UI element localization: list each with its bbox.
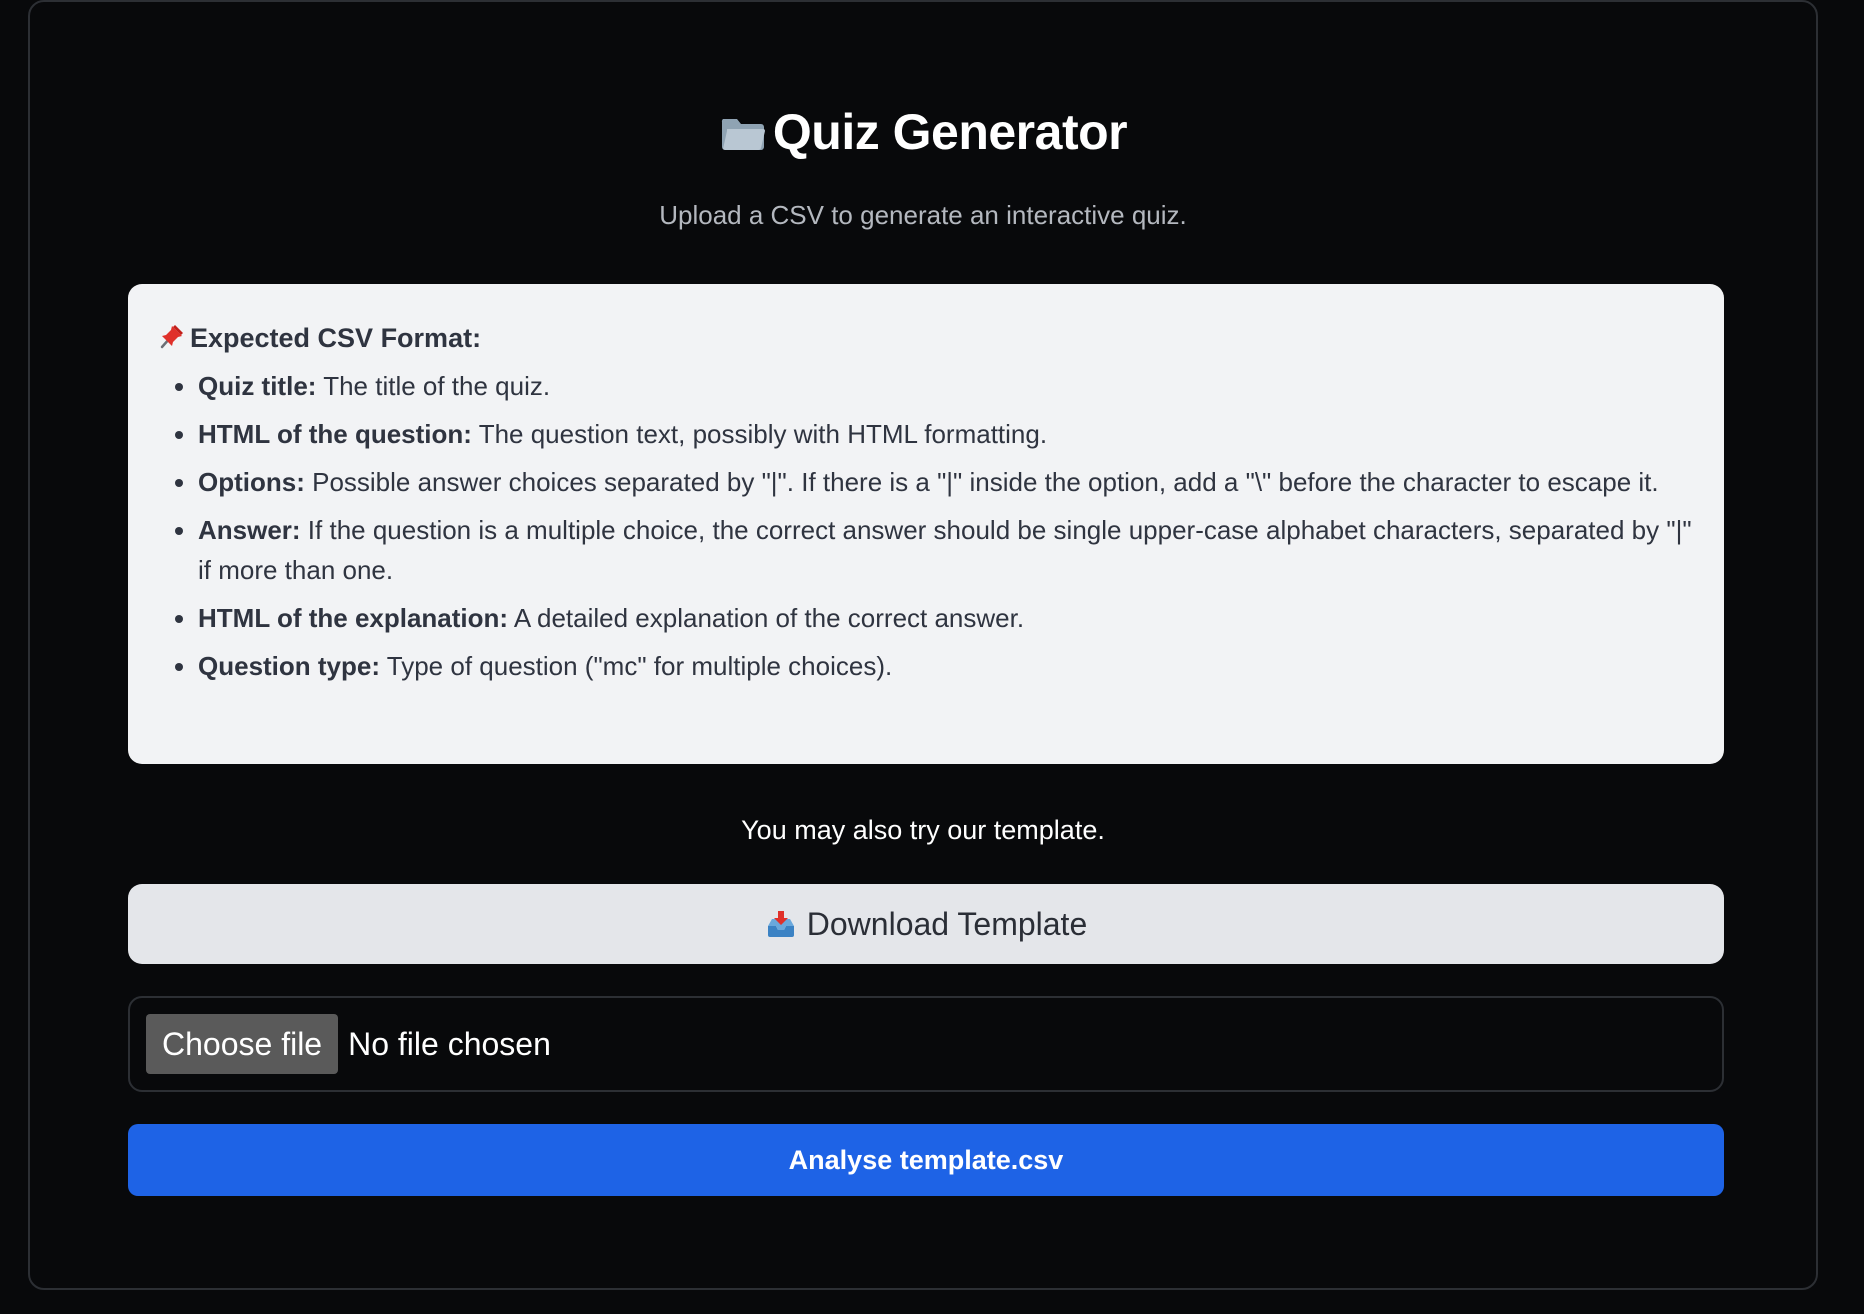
list-item-desc: Type of question ("mc" for multiple choi… [380, 651, 893, 681]
list-item: Quiz title: The title of the quiz. [198, 366, 1694, 406]
list-item-desc: Possible answer choices separated by "|"… [304, 467, 1659, 497]
list-item-term: Answer: [198, 515, 301, 545]
list-item-term: Quiz title: [198, 371, 317, 401]
list-item-term: HTML of the question: [198, 419, 472, 449]
csv-file-input[interactable]: Choose file No file chosen [128, 996, 1724, 1092]
list-item-desc: The question text, possibly with HTML fo… [471, 419, 1048, 449]
list-item: Options: Possible answer choices separat… [198, 462, 1694, 502]
list-item-desc: The title of the quiz. [316, 371, 551, 401]
list-item-term: Question type: [198, 651, 381, 681]
page-title-text: Quiz Generator [772, 104, 1128, 160]
csv-format-list: Quiz title: The title of the quiz. HTML … [158, 366, 1694, 686]
folder-icon [719, 104, 767, 151]
pin-icon [158, 322, 186, 350]
download-template-button[interactable]: Download Template [128, 884, 1724, 964]
analyse-button[interactable]: Analyse template.csv [128, 1124, 1724, 1196]
page-title: Quiz Generator [30, 100, 1816, 164]
file-status-text: No file chosen [348, 1025, 551, 1062]
list-item: HTML of the explanation: A detailed expl… [198, 598, 1694, 638]
csv-format-panel: Expected CSV Format: Quiz title: The tit… [128, 284, 1724, 764]
choose-file-button[interactable]: Choose file [146, 1014, 339, 1074]
page-subtitle: Upload a CSV to generate an interactive … [659, 200, 1187, 230]
inbox-tray-icon [765, 908, 797, 940]
list-item: Answer: If the question is a multiple ch… [198, 510, 1694, 590]
csv-format-heading-text: Expected CSV Format: [190, 323, 482, 353]
list-item-term: HTML of the explanation: [198, 603, 509, 633]
csv-format-heading: Expected CSV Format: [158, 320, 1694, 356]
list-item-term: Options: [198, 467, 305, 497]
list-item-desc: If the question is a multiple choice, th… [198, 515, 1692, 585]
list-item-desc: A detailed explanation of the correct an… [508, 603, 1025, 633]
list-item: HTML of the question: The question text,… [198, 414, 1694, 454]
list-item: Question type: Type of question ("mc" fo… [198, 646, 1694, 686]
template-note: You may also try our template. [741, 815, 1105, 845]
main-card: Quiz Generator Upload a CSV to generate … [28, 0, 1818, 1290]
download-template-label: Download Template [806, 905, 1088, 942]
